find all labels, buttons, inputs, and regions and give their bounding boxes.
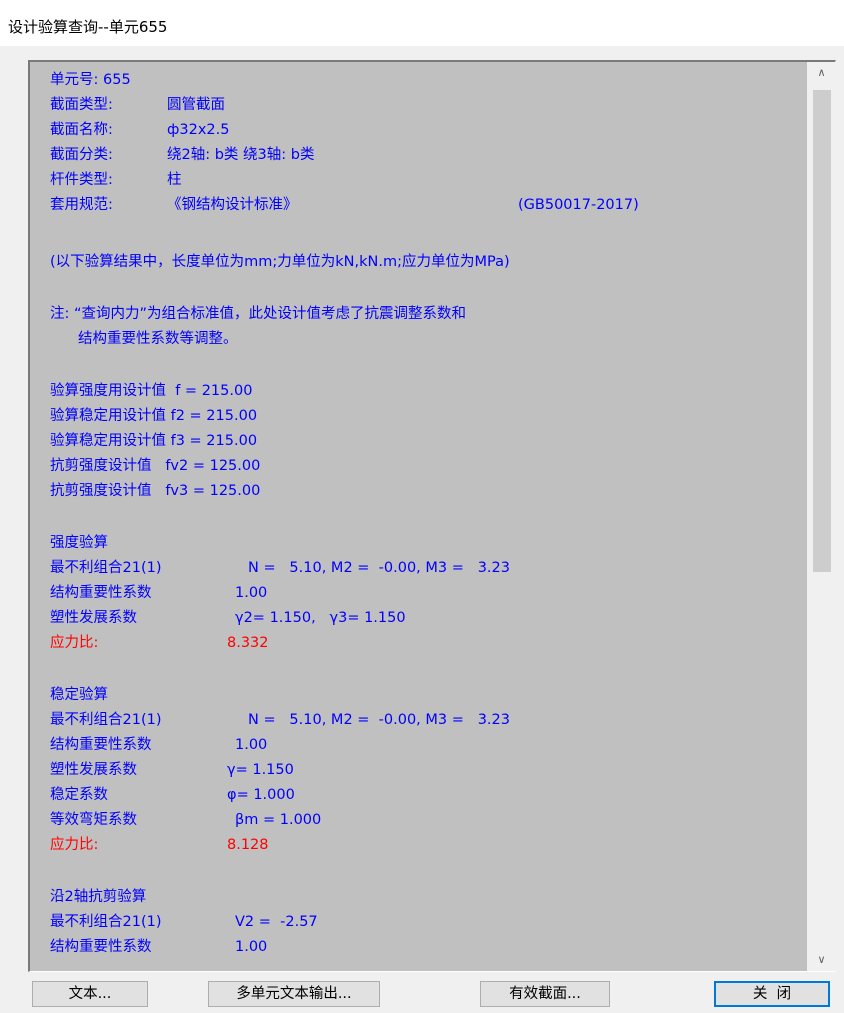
line-stability-importance: 结构重要性系数 1.00 [50, 733, 267, 757]
line-stability-heading: 稳定验算 [50, 683, 108, 707]
design-value-f: 验算强度用设计值 f = 215.00 [50, 383, 253, 399]
result-text-area[interactable]: 单元号: 655 截面类型: 圆管截面 截面名称: ф32x2.5 截面分类: … [30, 62, 807, 971]
moment-coef-value: βm = 1.000 [235, 812, 322, 828]
shear-combo-force: V2 = -2.57 [235, 914, 318, 930]
member-type-label: 杆件类型: [50, 172, 113, 188]
strength-ratio-label: 应力比: [50, 635, 99, 651]
strength-importance-value: 1.00 [235, 585, 268, 601]
units-note-text: (以下验算结果中，长度单位为mm;力单位为kN,kN.m;应力单位为MPa) [50, 254, 510, 270]
element-id-text: 单元号: 655 [50, 72, 131, 88]
design-value-f2: 验算稳定用设计值 f2 = 215.00 [50, 408, 258, 424]
stability-combo-label: 最不利组合21(1) [50, 712, 162, 728]
section-class-value: 绕2轴: b类 绕3轴: b类 [167, 147, 315, 163]
shear-check-heading: 沿2轴抗剪验算 [50, 889, 147, 905]
line-stability-plastic: 塑性发展系数 γ= 1.150 [50, 758, 294, 782]
line-strength-importance: 结构重要性系数 1.00 [50, 581, 267, 605]
line-f3: 验算稳定用设计值 f3 = 215.00 [50, 429, 257, 453]
stability-check-heading: 稳定验算 [50, 687, 108, 703]
shear-importance-value: 1.00 [235, 939, 268, 955]
stability-importance-label: 结构重要性系数 [50, 737, 152, 753]
line-shear-importance: 结构重要性系数 1.00 [50, 935, 267, 959]
line-moment-coef: 等效弯矩系数 βm = 1.000 [50, 808, 321, 832]
code-label: 套用规范: [50, 197, 113, 213]
multi-text-output-button[interactable]: 多单元文本输出... [208, 981, 380, 1007]
line-units-note: (以下验算结果中，长度单位为mm;力单位为kN,kN.m;应力单位为MPa) [50, 250, 510, 274]
line-strength-combo: 最不利组合21(1) N = 5.10, M2 = -0.00, M3 = 3.… [50, 556, 510, 580]
strength-plastic-value: γ2= 1.150, γ3= 1.150 [235, 610, 406, 626]
stability-ratio-value: 8.128 [227, 837, 269, 853]
section-type-value: 圆管截面 [167, 97, 225, 113]
strength-plastic-label: 塑性发展系数 [50, 610, 137, 626]
close-button[interactable]: 关 闭 [714, 981, 830, 1007]
design-value-fv2: 抗剪强度设计值 fv2 = 125.00 [50, 458, 261, 474]
line-section-name: 截面名称: ф32x2.5 [50, 118, 230, 142]
line-stability-ratio: 应力比: 8.128 [50, 833, 269, 857]
strength-check-heading: 强度验算 [50, 535, 108, 551]
section-name-value: ф32x2.5 [167, 122, 230, 138]
strength-combo-label: 最不利组合21(1) [50, 560, 162, 576]
line-member-type: 杆件类型: 柱 [50, 168, 182, 192]
stability-combo-forces: N = 5.10, M2 = -0.00, M3 = 3.23 [248, 712, 510, 728]
note-text-1: 注: “查询内力”为组合标准值，此处设计值考虑了抗震调整系数和 [50, 306, 467, 322]
line-code: 套用规范: 《钢结构设计标准》 (GB50017-2017) [50, 193, 639, 217]
design-value-f3: 验算稳定用设计值 f3 = 215.00 [50, 433, 258, 449]
strength-combo-forces: N = 5.10, M2 = -0.00, M3 = 3.23 [248, 560, 510, 576]
stability-coef-value: φ= 1.000 [227, 787, 295, 803]
line-strength-ratio: 应力比: 8.332 [50, 631, 269, 655]
scroll-thumb[interactable] [813, 90, 831, 572]
strength-ratio-value: 8.332 [227, 635, 269, 651]
line-fv2: 抗剪强度设计值 fv2 = 125.00 [50, 454, 260, 478]
stability-coef-label: 稳定系数 [50, 787, 108, 803]
shear-importance-label: 结构重要性系数 [50, 939, 152, 955]
line-element-id: 单元号: 655 [50, 68, 131, 92]
line-f: 验算强度用设计值 f = 215.00 [50, 379, 252, 403]
moment-coef-label: 等效弯矩系数 [50, 812, 137, 828]
line-f2: 验算稳定用设计值 f2 = 215.00 [50, 404, 257, 428]
code-name: 《钢结构设计标准》 [167, 197, 298, 213]
stability-plastic-value: γ= 1.150 [227, 762, 294, 778]
effective-section-button[interactable]: 有效截面... [480, 981, 610, 1007]
line-note-1: 注: “查询内力”为组合标准值，此处设计值考虑了抗震调整系数和 [50, 302, 466, 326]
vertical-scrollbar[interactable]: ∧ ∨ [807, 62, 836, 971]
line-note-2: 结构重要性系数等调整。 [50, 327, 238, 351]
title-bar: 设计验算查询--单元655 [0, 0, 844, 46]
section-name-label: 截面名称: [50, 122, 113, 138]
shear-combo-label: 最不利组合21(1) [50, 914, 162, 930]
stability-importance-value: 1.00 [235, 737, 268, 753]
strength-importance-label: 结构重要性系数 [50, 585, 152, 601]
stability-ratio-label: 应力比: [50, 837, 99, 853]
section-type-label: 截面类型: [50, 97, 113, 113]
line-shear-combo: 最不利组合21(1) V2 = -2.57 [50, 910, 318, 934]
member-type-value: 柱 [167, 172, 182, 188]
line-section-class: 截面分类: 绕2轴: b类 绕3轴: b类 [50, 143, 314, 167]
text-button[interactable]: 文本... [32, 981, 148, 1007]
line-stability-coef: 稳定系数 φ= 1.000 [50, 783, 295, 807]
scroll-up-icon[interactable]: ∧ [807, 62, 836, 84]
note-text-2: 结构重要性系数等调整。 [78, 331, 238, 347]
stability-plastic-label: 塑性发展系数 [50, 762, 137, 778]
section-class-label: 截面分类: [50, 147, 113, 163]
window-title: 设计验算查询--单元655 [8, 18, 168, 36]
design-value-fv3: 抗剪强度设计值 fv3 = 125.00 [50, 483, 261, 499]
line-fv3: 抗剪强度设计值 fv3 = 125.00 [50, 479, 260, 503]
design-check-dialog: 设计验算查询--单元655 单元号: 655 截面类型: 圆管截面 截面名称: … [0, 0, 844, 1013]
line-strength-heading: 强度验算 [50, 531, 108, 555]
line-strength-plastic: 塑性发展系数 γ2= 1.150, γ3= 1.150 [50, 606, 406, 630]
line-section-type: 截面类型: 圆管截面 [50, 93, 225, 117]
code-number: (GB50017-2017) [518, 197, 639, 213]
line-shear-heading: 沿2轴抗剪验算 [50, 885, 146, 909]
scroll-down-icon[interactable]: ∨ [807, 949, 836, 971]
line-stability-combo: 最不利组合21(1) N = 5.10, M2 = -0.00, M3 = 3.… [50, 708, 510, 732]
result-text-panel: 单元号: 655 截面类型: 圆管截面 截面名称: ф32x2.5 截面分类: … [28, 60, 836, 972]
